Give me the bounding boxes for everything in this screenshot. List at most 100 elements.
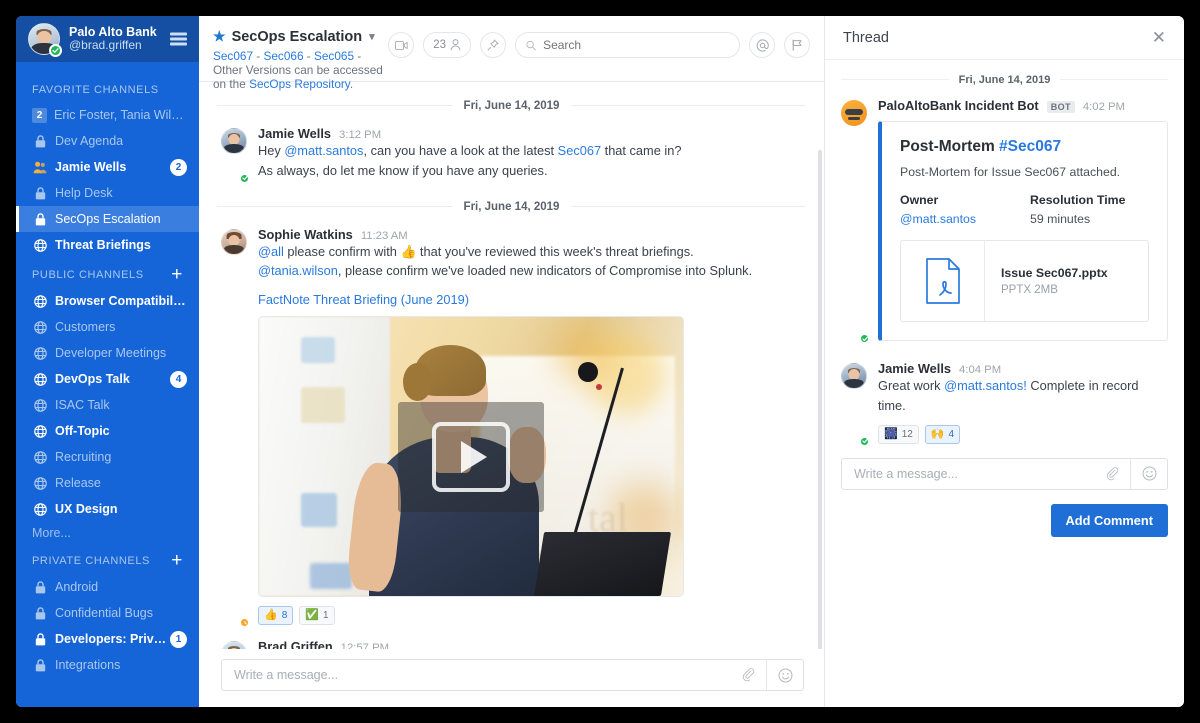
avatar[interactable] [221, 641, 247, 649]
attachment-title-link[interactable]: FactNote Threat Briefing (June 2019) [258, 292, 804, 307]
reaction-chip[interactable]: ✅ 1 [299, 606, 335, 626]
play-icon[interactable] [398, 401, 544, 512]
star-icon[interactable]: ★ [213, 28, 226, 45]
sidebar-item-isac-talk[interactable]: ISAC Talk [16, 392, 199, 418]
purpose-link[interactable]: Sec065 [314, 49, 354, 63]
channel-header: ★ SecOps Escalation ▾ Sec067 - Sec066 - … [199, 16, 824, 91]
sidebar-item-threat-briefings[interactable]: Threat Briefings [16, 232, 199, 258]
inline-link[interactable]: Sec067 [558, 143, 601, 158]
sidebar-item-dev-agenda[interactable]: Dev Agenda [16, 128, 199, 154]
more-channels-link[interactable]: More... [16, 522, 199, 544]
add-channel-icon[interactable]: + [171, 551, 187, 570]
message-author: PaloAltoBank Incident Bot [878, 98, 1039, 113]
reaction-bar: 🎆 12 🙌 4 [878, 424, 1168, 444]
sidebar: Palo Alto Bank @brad.griffen FAVORITE CH… [16, 16, 199, 707]
smiley-icon[interactable] [1131, 466, 1167, 481]
sidebar-item-label: DevOps Talk [55, 372, 130, 386]
sidebar-item-help-desk[interactable]: Help Desk [16, 180, 199, 206]
chevron-down-icon[interactable]: ▾ [369, 30, 375, 43]
reaction-chip[interactable]: 👍 8 [258, 606, 294, 626]
unread-badge: 4 [170, 370, 187, 388]
member-count-badge: 2 [32, 107, 47, 123]
paperclip-icon[interactable] [1094, 466, 1130, 481]
sidebar-section-label: FAVORITE CHANNELS [32, 84, 159, 96]
globe-icon [32, 502, 48, 516]
user-handle: @brad.griffen [69, 38, 142, 53]
reaction-emoji: 🙌 [930, 427, 945, 440]
video-attachment[interactable]: tal [258, 316, 684, 598]
sidebar-item-secops-escalation[interactable]: SecOps Escalation [16, 206, 199, 232]
sidebar-section-title: PRIVATE CHANNELS + [16, 544, 199, 574]
mention-link[interactable]: @matt.santos! [944, 378, 1027, 393]
message-item: Brad Griffen 12:57 PM We got an alert #I… [199, 635, 824, 649]
flag-icon[interactable] [784, 32, 810, 58]
sidebar-item-ux-design[interactable]: UX Design [16, 496, 199, 522]
sidebar-item-android[interactable]: Android [16, 574, 199, 600]
sidebar-item-customers[interactable]: Customers [16, 314, 199, 340]
sidebar-item-off-topic[interactable]: Off-Topic [16, 418, 199, 444]
message-composer[interactable] [221, 659, 804, 691]
thread-message-input[interactable] [842, 466, 1094, 481]
message-input[interactable] [222, 668, 730, 682]
mention-link[interactable]: @tania.wilson [258, 263, 338, 278]
thread-title: Thread [843, 29, 889, 46]
close-icon[interactable]: ✕ [1152, 29, 1166, 46]
paperclip-icon[interactable] [730, 668, 766, 682]
add-comment-button[interactable]: Add Comment [1050, 503, 1168, 537]
add-channel-icon[interactable]: + [171, 265, 187, 284]
avatar[interactable] [221, 128, 250, 184]
sidebar-item-recruiting[interactable]: Recruiting [16, 444, 199, 470]
hamburger-icon[interactable] [170, 32, 187, 46]
globe-icon [32, 294, 48, 308]
main-composer-area [199, 649, 824, 707]
sidebar-item-label: Browser Compatibility [55, 294, 187, 308]
sidebar-item-label: Help Desk [55, 186, 113, 200]
sidebar-item-developer-meetings[interactable]: Developer Meetings [16, 340, 199, 366]
sidebar-item-release[interactable]: Release [16, 470, 199, 496]
video-call-icon[interactable] [388, 32, 415, 58]
search-box[interactable] [515, 32, 740, 58]
message-author: Jamie Wells [878, 361, 952, 376]
pdf-file-icon [901, 241, 985, 321]
date-divider: Fri, June 14, 2019 [841, 70, 1168, 88]
reaction-count: 4 [948, 428, 955, 440]
avatar[interactable] [841, 100, 870, 344]
members-count: 23 [433, 39, 446, 51]
avatar[interactable] [841, 363, 870, 447]
avatar[interactable] [221, 228, 250, 629]
text-run: Great work [878, 378, 945, 393]
purpose-link[interactable]: Sec067 [213, 49, 253, 63]
sidebar-item-devops-talk[interactable]: DevOps Talk 4 [16, 366, 199, 392]
sidebar-item-integrations[interactable]: Integrations [16, 652, 199, 678]
purpose-link[interactable]: Sec066 [264, 49, 304, 63]
sidebar-item-browser-compatibility[interactable]: Browser Compatibility [16, 288, 199, 314]
user-avatar-image [841, 363, 867, 389]
lock-icon [32, 186, 48, 200]
smiley-icon[interactable] [767, 668, 803, 683]
thread-composer[interactable] [841, 457, 1168, 490]
pin-icon[interactable] [480, 32, 506, 58]
sidebar-item-confidential-bugs[interactable]: Confidential Bugs [16, 600, 199, 626]
date-divider: Fri, June 14, 2019 [217, 96, 806, 114]
message-timestamp: 12:57 PM [340, 642, 390, 649]
workspace-header[interactable]: Palo Alto Bank @brad.griffen [16, 16, 199, 62]
people-icon [32, 161, 48, 174]
search-input[interactable] [543, 38, 729, 52]
reaction-chip[interactable]: 🎆 12 [878, 424, 919, 444]
sidebar-item-eric-foster-tania-wilson[interactable]: 2 Eric Foster, Tania Wilson [16, 102, 199, 128]
members-count-button[interactable]: 23 [423, 32, 471, 58]
mention-link[interactable]: @all [258, 244, 284, 259]
message-scrollbar[interactable] [818, 150, 822, 649]
reaction-chip[interactable]: 🙌 4 [924, 424, 961, 444]
reaction-emoji: 👍 [264, 609, 278, 622]
mention-link[interactable]: @matt.santos [284, 143, 363, 158]
file-attachment[interactable]: Issue Sec067.pptx PPTX 2MB [900, 240, 1149, 322]
meta-value[interactable]: @matt.santos [900, 212, 1030, 226]
sidebar-item-jamie-wells[interactable]: Jamie Wells 2 [16, 154, 199, 180]
sidebar-item-developers-private[interactable]: Developers: Private 1 [16, 626, 199, 652]
avatar[interactable] [28, 23, 62, 57]
at-icon[interactable] [749, 32, 775, 58]
channel-title-row[interactable]: ★ SecOps Escalation ▾ [213, 28, 388, 45]
user-avatar-image [221, 641, 247, 649]
card-heading-id[interactable]: #Sec067 [999, 138, 1061, 155]
